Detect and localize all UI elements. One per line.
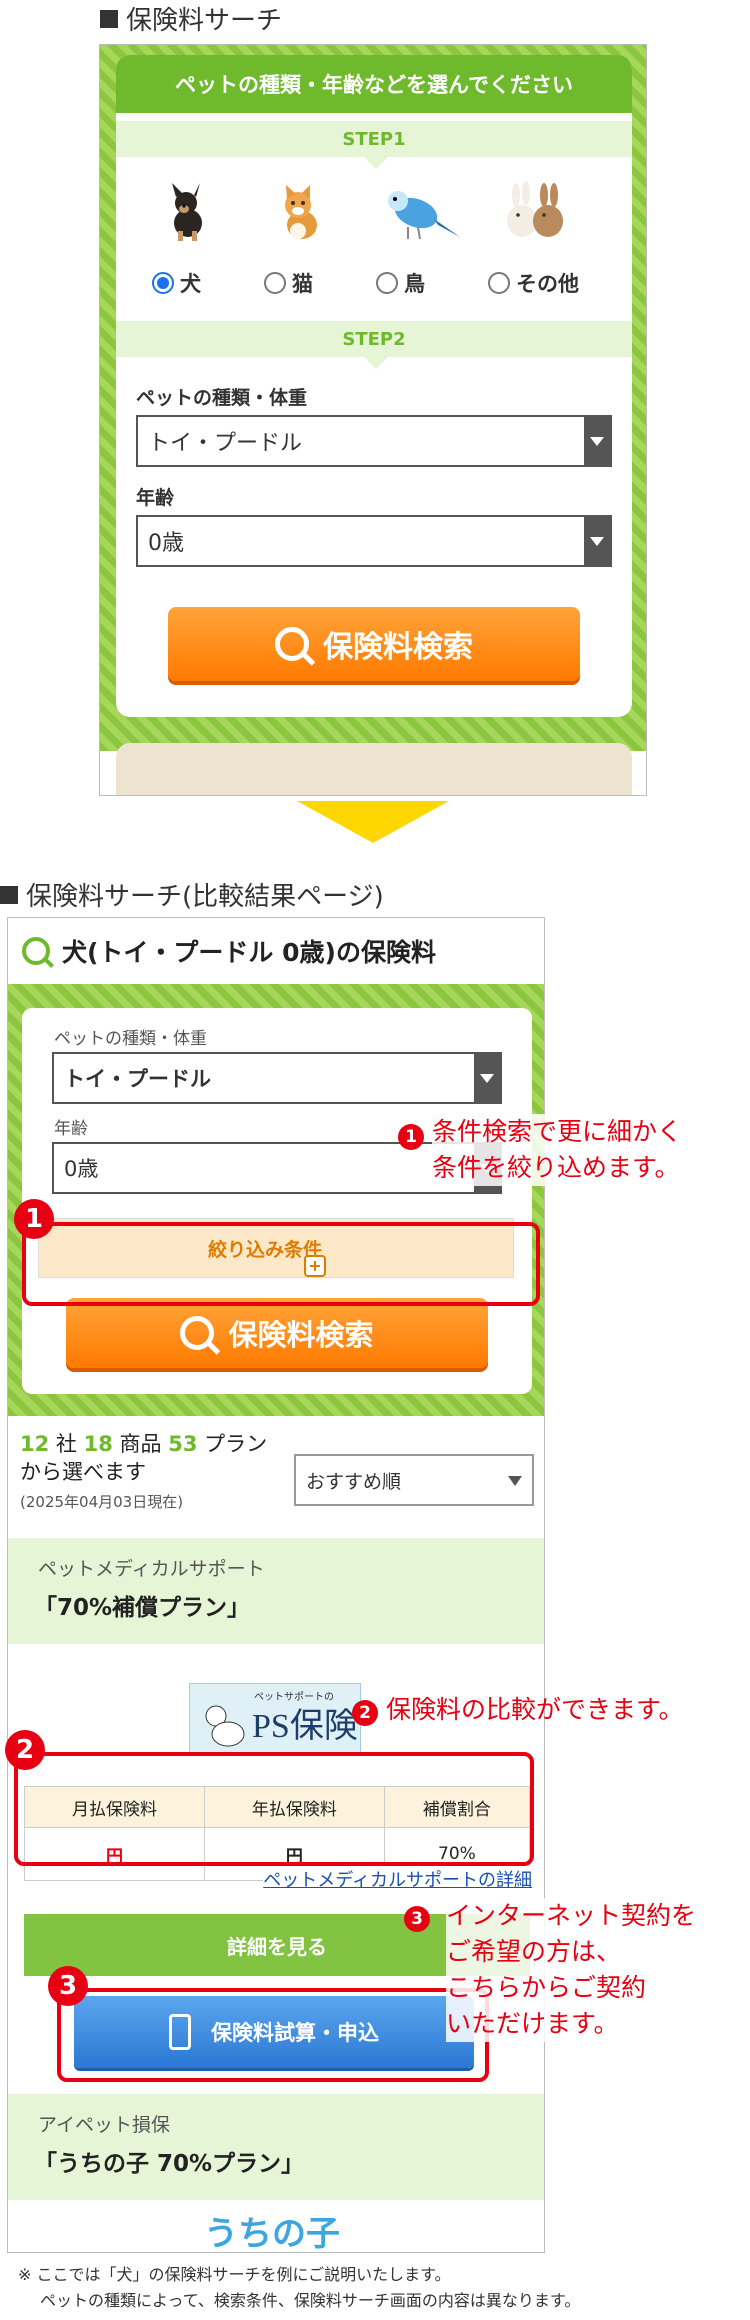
uchinoko-logo: うちの子 [204, 2214, 340, 2253]
cat-icon [285, 185, 317, 239]
annotation-small-badge-1: 1 [398, 1124, 424, 1150]
bird-icon [388, 191, 460, 240]
plan-header: アイペット損保 「うちの子 70%プラン」 [8, 2094, 544, 2200]
annotation-small-badge-3: 3 [404, 1906, 430, 1932]
pet-radio-other[interactable]: その他 [488, 268, 579, 298]
pet-radio-bird[interactable]: 鳥 [376, 268, 425, 298]
plan-header: ペットメディカルサポート 「70%補償プラン」 [8, 1538, 544, 1644]
highlight-frame-2 [14, 1752, 534, 1866]
search-icon [180, 1316, 215, 1350]
age-label: 年齢 [136, 487, 175, 509]
chevron-down-icon [474, 1054, 500, 1102]
type-label: ペットの種類・体重 [136, 387, 308, 409]
radio-dot[interactable] [264, 272, 286, 294]
search-form-card: ペットの種類・年齢などを選んでください STEP1 犬 猫 鳥 その他 STEP… [116, 55, 632, 717]
pet-radio-cat[interactable]: 猫 [264, 268, 313, 298]
ps-logo: ペットサポートの PS保険 [189, 1683, 361, 1753]
pet-logo-icon [205, 1705, 245, 1747]
plan-detail-link[interactable]: ペットメディカルサポートの詳細 [263, 1866, 532, 1892]
search-icon [275, 627, 309, 661]
down-arrow-icon [297, 801, 449, 843]
annotation-badge-3: 3 [48, 1966, 88, 2006]
annotation-badge-2: 2 [5, 1730, 45, 1770]
section-title-search: 保険料サーチ [100, 0, 282, 37]
result-summary: 12 社 18 商品 53 プラン から選べます (2025年04月03日現在) [20, 1432, 268, 1511]
radio-dot-selected[interactable] [152, 272, 174, 294]
footnote: ※ ここでは「犬」の保険料サーチを例にご説明いたします。 ペットの種類によって、… [18, 2265, 581, 2310]
dog-icon [172, 183, 202, 241]
next-panel-peek [116, 743, 632, 795]
type-select[interactable]: トイ・プードル [136, 415, 612, 467]
annotation-note-2: 保険料の比較ができます。 [386, 1695, 684, 1724]
search-button[interactable]: 保険料検索 [66, 1298, 488, 1368]
square-bullet-icon [100, 10, 118, 28]
radio-dot[interactable] [376, 272, 398, 294]
age-label: 年齢 [54, 1119, 88, 1139]
type-label: ペットの種類・体重 [54, 1029, 207, 1049]
sort-select[interactable]: おすすめ順 [294, 1454, 534, 1506]
search-form-screen: ペットの種類・年齢などを選んでください STEP1 犬 猫 鳥 その他 STEP… [99, 44, 647, 796]
chevron-down-icon [584, 517, 610, 565]
square-bullet-icon [0, 886, 18, 904]
search-icon [22, 937, 50, 965]
plan-name: 「70%補償プラン」 [34, 1595, 251, 1621]
highlight-frame-1 [22, 1222, 540, 1306]
highlight-frame-3 [57, 1988, 489, 2082]
annotation-badge-1: 1 [14, 1199, 54, 1239]
step1-band: STEP1 [116, 121, 632, 169]
annotation-note-1: 条件検索で更に細かく 条件を絞り込めます。 [432, 1114, 683, 1186]
annotation-small-badge-2: 2 [352, 1700, 378, 1726]
pet-radio-dog[interactable]: 犬 [152, 268, 201, 298]
results-title: 犬(トイ・プードル 0歳)の保険料 [8, 918, 544, 984]
plan-company: アイペット損保 [38, 2114, 171, 2136]
form-header: ペットの種類・年齢などを選んでください [116, 55, 632, 113]
section-title-results: 保険料サーチ(比較結果ページ) [0, 876, 384, 913]
chevron-down-icon [584, 417, 610, 465]
type-select[interactable]: トイ・プードル [52, 1052, 502, 1104]
filter-card: ペットの種類・体重 トイ・プードル 年齢 0歳 絞り込み条件 保険料検索 [22, 1008, 532, 1394]
chevron-down-icon [508, 1476, 522, 1486]
plan-name: 「うちの子 70%プラン」 [34, 2151, 305, 2177]
age-select[interactable]: 0歳 [136, 515, 612, 567]
plan-company: ペットメディカルサポート [38, 1558, 265, 1580]
annotation-note-3: インターネット契約を ご希望の方は、 こちらからご契約 いただけます。 [446, 1898, 697, 2042]
step2-band: STEP2 [116, 321, 632, 369]
radio-dot[interactable] [488, 272, 510, 294]
rabbit-icon [507, 181, 563, 237]
search-button[interactable]: 保険料検索 [168, 607, 580, 681]
